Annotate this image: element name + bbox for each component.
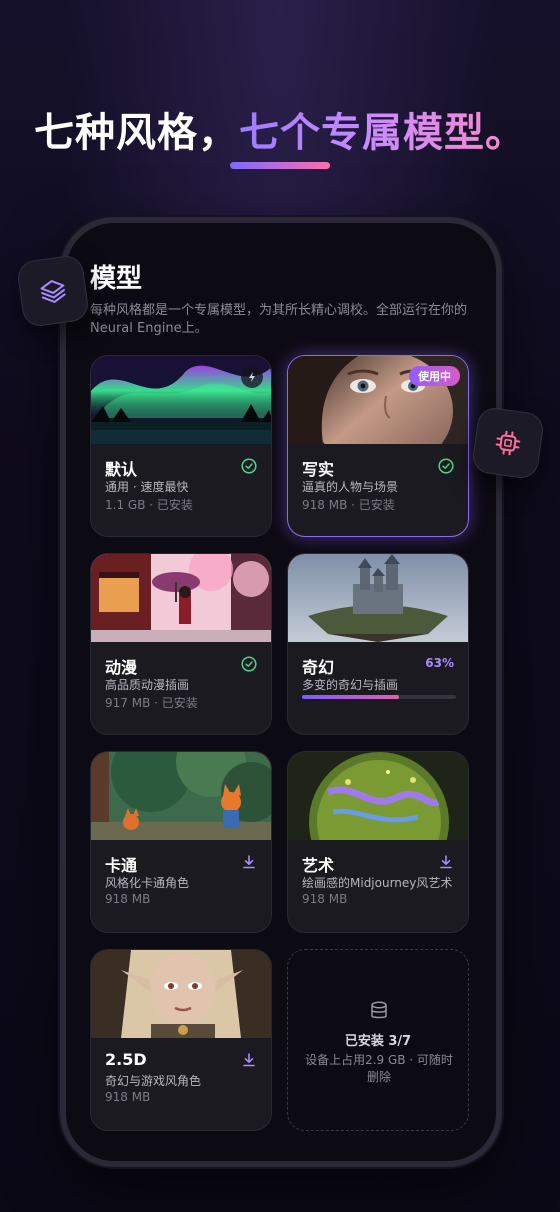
- chip-badge: [470, 405, 546, 481]
- card-name: 默认: [105, 460, 138, 479]
- card-meta: 918 MB: [302, 892, 348, 906]
- download-icon[interactable]: [241, 854, 257, 870]
- model-card-realistic[interactable]: 使用中 写实 逼真的人物与场景 918 MB · 已安装: [287, 355, 469, 537]
- card-name: 卡通: [105, 856, 138, 875]
- card-name: 艺术: [302, 856, 335, 875]
- in-use-badge: 使用中: [409, 366, 460, 386]
- card-subtitle: 通用 · 速度最快: [105, 480, 189, 494]
- card-name: 写实: [302, 460, 335, 479]
- headline: 七种风格，七个专属模型。: [0, 100, 560, 158]
- model-card-fantasy[interactable]: 奇幻 63% 多变的奇幻与插画: [287, 553, 469, 735]
- layers-icon: [40, 280, 66, 303]
- elf-portrait-thumbnail: [91, 950, 271, 1038]
- download-progress-label: 63%: [425, 656, 454, 670]
- card-subtitle: 逼真的人物与场景: [302, 480, 399, 494]
- installed-check-icon: [438, 458, 454, 474]
- card-name: 动漫: [105, 658, 138, 677]
- anime-street-thumbnail: [91, 554, 271, 642]
- cartoon-fox-thumbnail: [91, 752, 271, 840]
- art-orb-thumbnail: [288, 752, 468, 840]
- card-name: 2.5D: [105, 1050, 147, 1069]
- layers-badge: [15, 253, 91, 329]
- download-progress-fill: [302, 695, 400, 699]
- card-meta: 918 MB · 已安装: [302, 498, 395, 512]
- card-meta: 917 MB · 已安装: [105, 696, 198, 710]
- card-subtitle: 高品质动漫插画: [105, 678, 190, 692]
- headline-underline: [230, 162, 330, 169]
- card-subtitle: 奇幻与游戏风角色: [105, 1074, 202, 1088]
- model-card-anime[interactable]: 动漫 高品质动漫插画 917 MB · 已安装: [90, 553, 272, 735]
- download-icon[interactable]: [438, 854, 454, 870]
- chip-icon: [495, 430, 521, 456]
- headline-part1: 七种风格，: [34, 110, 239, 156]
- storage-description: 设备上占用2.9 GB · 可随时删除: [305, 1053, 453, 1084]
- card-meta: 918 MB: [105, 892, 151, 906]
- model-card-2-5d[interactable]: 2.5D 奇幻与游戏风角色 918 MB: [90, 949, 272, 1131]
- model-card-default[interactable]: 默认 通用 · 速度最快 1.1 GB · 已安装: [90, 355, 272, 537]
- download-progress-bar: [302, 695, 456, 699]
- card-name: 奇幻: [302, 658, 335, 677]
- card-subtitle: 绘画感的Midjourney风艺术: [302, 876, 453, 890]
- installed-check-icon: [241, 656, 257, 672]
- card-meta: 918 MB: [105, 1090, 151, 1104]
- bolt-icon: [241, 366, 263, 388]
- card-subtitle: 多变的奇幻与插画: [302, 678, 399, 692]
- card-meta: 1.1 GB · 已安装: [105, 498, 193, 512]
- database-icon: [371, 1001, 387, 1019]
- model-card-art[interactable]: 艺术 绘画感的Midjourney风艺术 918 MB: [287, 751, 469, 933]
- card-subtitle: 风格化卡通角色: [105, 876, 190, 890]
- screen-title: 模型: [90, 264, 143, 294]
- installed-count: 已安装 3/7: [344, 1034, 412, 1049]
- model-card-cartoon[interactable]: 卡通 风格化卡通角色 918 MB: [90, 751, 272, 933]
- download-icon[interactable]: [241, 1052, 257, 1068]
- castle-thumbnail: [288, 554, 468, 642]
- screen-description: 每种风格都是一个专属模型，为其所长精心调校。全部运行在你的Neural Engi…: [90, 303, 468, 336]
- installed-check-icon: [241, 458, 257, 474]
- storage-summary-card: 已安装 3/7 设备上占用2.9 GB · 可随时删除: [287, 949, 469, 1131]
- headline-part2: 七个专属模型。: [239, 110, 526, 156]
